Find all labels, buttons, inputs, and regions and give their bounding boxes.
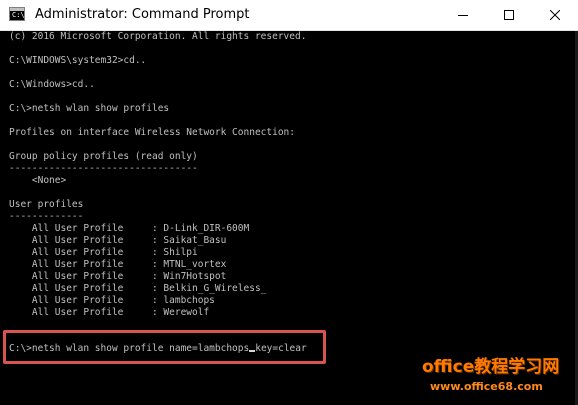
close-button[interactable] [532,0,578,30]
cmd-icon: C:\ [9,7,25,21]
maximize-icon [504,10,514,20]
console-line: All User Profile : lambchops [9,295,215,306]
console-line: All User Profile : Werewolf [9,307,210,318]
console-line: Profiles on interface Wireless Network C… [9,127,295,138]
watermark: office教程学习网 www.office68.com [414,356,578,402]
minimize-button[interactable] [440,0,486,30]
console-line: C:\WINDOWS\system32>cd.. [9,55,147,66]
console-line: ------------- [9,211,84,222]
title-bar[interactable]: C:\ Administrator: Command Prompt [0,0,578,31]
console-line: C:\>netsh wlan show profiles [9,103,170,114]
maximize-button[interactable] [486,0,532,30]
console-line: --------------------------------- [9,163,198,174]
console-line: All User Profile : MTNL_vortex [9,259,227,270]
watermark-url: www.office68.com [430,380,543,393]
watermark-title: office教程学习网 [422,357,560,377]
window-title: Administrator: Command Prompt [35,7,250,22]
console-line: All User Profile : Win7Hotspot [9,271,227,282]
console-line: All User Profile : D-Link_DIR-600M [9,223,250,234]
console-line: C:\Windows>cd.. [9,79,95,90]
console-line: Group policy profiles (read only) [9,151,198,162]
console-line: All User Profile : Saikat_Basu [9,235,227,246]
close-icon [550,10,560,20]
console-line: User profiles [9,199,84,210]
console-line: <None> [9,175,67,186]
command-prompt-window: C:\ Administrator: Command Prompt (c) 20… [0,0,578,405]
console-line: All User Profile : Shilpi [9,247,198,258]
minimize-icon [458,15,468,16]
command-highlight-box [3,330,326,364]
console-line: All User Profile : Belkin_G_Wireless_ [9,283,267,294]
console-line: (c) 2016 Microsoft Corporation. All righ… [9,31,307,42]
